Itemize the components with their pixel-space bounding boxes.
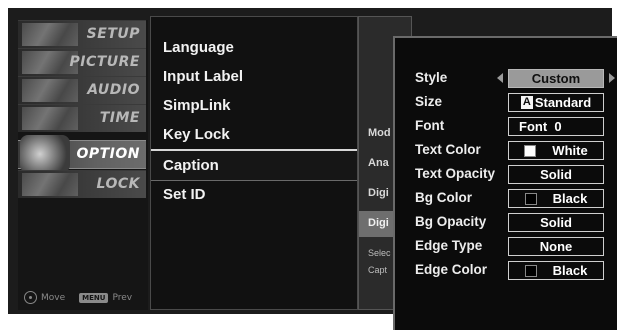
category-time[interactable]: TIME [18,104,146,132]
setting-label: Style [415,70,448,85]
prev-hint-label: Prev [112,292,133,303]
option-item-input-label[interactable]: Input Label [151,62,357,91]
arrow-right-icon[interactable] [609,73,615,83]
option-label: Language [163,39,234,56]
category-label: TIME [99,110,140,126]
category-option[interactable]: OPTION [18,135,146,173]
category-setup[interactable]: SETUP [18,20,146,48]
option-label: Caption [163,157,219,174]
option-item-language[interactable]: Language [151,33,357,62]
white-swatch-icon [524,144,537,157]
category-audio[interactable]: AUDIO [18,76,146,104]
setting-label: Size [415,94,443,109]
setting-label: Edge Type [415,238,483,253]
option-label: Set ID [163,186,206,203]
setting-row-edge-type[interactable]: Edge Type None [395,235,617,259]
setting-label: Font [415,118,445,133]
menu-key-icon: MENU [79,292,109,303]
help-line: Selec [368,248,391,258]
edge-color-value: Black [552,263,588,278]
category-sidebar: SETUP PICTURE AUDIO TIME OPTION LOCK Mov… [18,20,148,310]
option-thumbnail-icon [20,135,70,173]
edge-color-value-box[interactable]: Black [508,261,604,280]
tv-osd-screen: SETUP PICTURE AUDIO TIME OPTION LOCK Mov… [8,8,617,330]
move-dpad-icon [24,291,37,304]
setting-row-size[interactable]: Size A Standard [395,91,617,115]
category-label: PICTURE [69,54,140,70]
setting-label: Bg Opacity [415,214,487,229]
setting-row-style[interactable]: Style Custom [395,67,617,91]
option-item-set-id[interactable]: Set ID [151,180,357,209]
lock-thumbnail-icon [22,173,78,196]
category-label: OPTION [76,146,140,162]
setting-label: Text Opacity [415,166,496,181]
setting-row-bg-opacity[interactable]: Bg Opacity Solid [395,211,617,235]
bg-color-value: Black [552,191,588,206]
option-menu-list: Language Input Label SimpLink Key Lock C… [150,16,358,310]
setting-label: Text Color [415,142,481,157]
option-label: Key Lock [163,126,230,143]
category-label: LOCK [96,176,140,192]
option-item-key-lock[interactable]: Key Lock [151,120,357,149]
caption-mode-label: Ana [368,157,389,169]
setting-label: Bg Color [415,190,472,205]
setting-row-text-opacity[interactable]: Text Opacity Solid [395,163,617,187]
text-opacity-value[interactable]: Solid [508,165,604,184]
audio-thumbnail-icon [22,79,78,102]
size-value: Standard [534,95,592,110]
option-item-simplink[interactable]: SimpLink [151,91,357,120]
setup-thumbnail-icon [22,23,78,46]
navigation-hint: Move MENU Prev [24,291,132,304]
bg-color-value-box[interactable]: Black [508,189,604,208]
font-value[interactable]: Font 0 [508,117,604,136]
setting-row-font[interactable]: Font Font 0 [395,115,617,139]
size-value-box[interactable]: A Standard [508,93,604,112]
setting-row-text-color[interactable]: Text Color White [395,139,617,163]
caption-mode-help: Selec Capt [368,245,391,279]
option-label: Input Label [163,68,243,85]
category-label: SETUP [86,26,140,42]
caption-mode-label: Mod [368,127,391,139]
text-color-value-box[interactable]: White [508,141,604,160]
black-swatch-icon [524,264,537,277]
black-swatch-icon [524,192,537,205]
caption-style-panel: Style Custom Size A Standard Font Font 0 … [393,36,617,330]
category-label: AUDIO [87,82,140,98]
text-color-value: White [552,143,588,158]
edge-type-value[interactable]: None [508,237,604,256]
caption-mode-label: Digi [368,217,389,229]
caption-mode-label: Digi [368,187,389,199]
setting-label: Edge Color [415,262,488,277]
font-size-a-icon: A [520,96,533,109]
category-picture[interactable]: PICTURE [18,48,146,76]
category-lock[interactable]: LOCK [18,170,146,198]
time-thumbnail-icon [22,107,78,130]
help-line: Capt [368,265,388,275]
style-value[interactable]: Custom [508,69,604,88]
option-item-caption[interactable]: Caption [151,149,357,181]
arrow-left-icon[interactable] [497,73,503,83]
setting-row-edge-color[interactable]: Edge Color Black [395,259,617,283]
bg-opacity-value[interactable]: Solid [508,213,604,232]
move-hint-label: Move [41,292,66,303]
option-label: SimpLink [163,97,231,114]
setting-row-bg-color[interactable]: Bg Color Black [395,187,617,211]
